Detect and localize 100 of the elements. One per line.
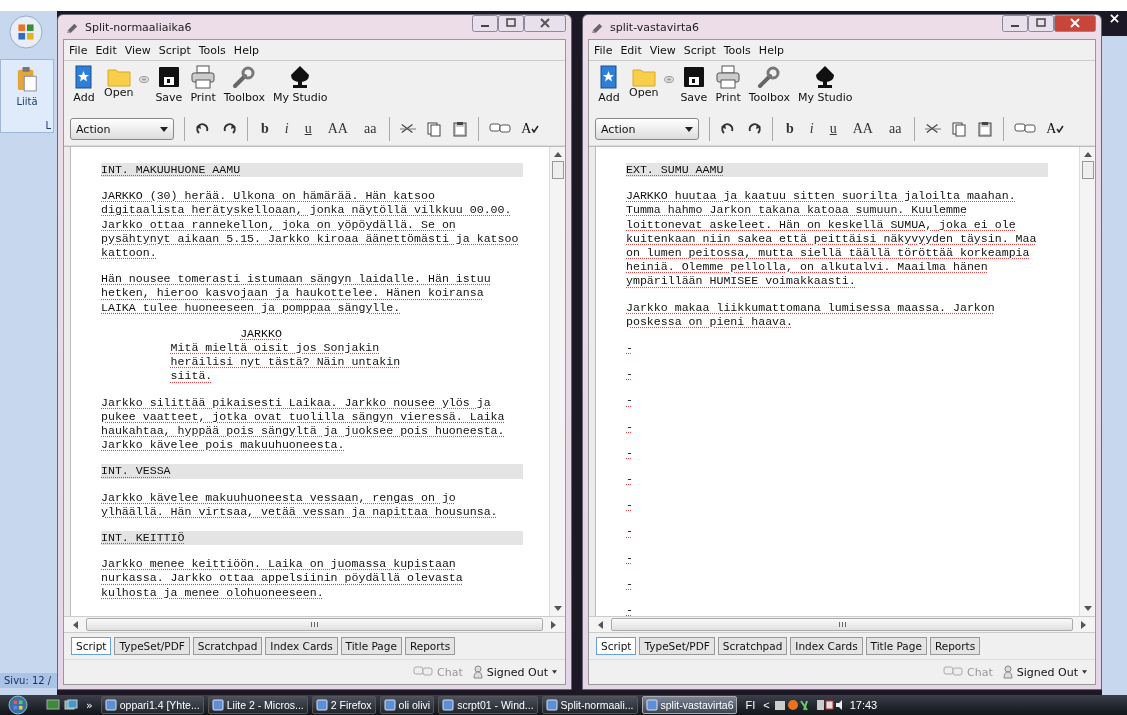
tab[interactable]: Title Page bbox=[340, 637, 402, 655]
toolbar-button[interactable]: My Studio bbox=[270, 65, 330, 104]
scroll-up-icon[interactable] bbox=[553, 151, 562, 157]
tab[interactable]: Index Cards bbox=[790, 637, 863, 655]
account-status[interactable]: Signed Out bbox=[486, 665, 548, 679]
tab[interactable]: Reports bbox=[929, 637, 981, 655]
format-button[interactable]: b bbox=[258, 121, 272, 137]
scroll-right-icon[interactable] bbox=[1081, 620, 1087, 629]
minimize-icon[interactable] bbox=[1002, 15, 1028, 32]
menu-item[interactable]: Script bbox=[683, 43, 716, 57]
menu-item[interactable]: File bbox=[69, 43, 88, 57]
undo-icon[interactable] bbox=[720, 121, 736, 137]
tab[interactable]: Scratchpad bbox=[192, 637, 263, 655]
taskbar-button[interactable]: Split-normaali... bbox=[541, 696, 638, 714]
comments-icon[interactable] bbox=[489, 122, 512, 136]
toolbar-button[interactable]: Add bbox=[70, 65, 98, 104]
scroll-down-icon[interactable] bbox=[1083, 606, 1092, 612]
element-style-dropdown[interactable]: Action bbox=[70, 118, 174, 140]
horizontal-scrollbar[interactable] bbox=[589, 616, 1095, 632]
undo-icon[interactable] bbox=[195, 121, 211, 137]
toolbar-button[interactable]: Print bbox=[188, 65, 218, 104]
scroll-left-icon[interactable] bbox=[72, 620, 78, 629]
format-button[interactable]: aa bbox=[360, 121, 380, 137]
spellcheck-button[interactable]: A bbox=[1046, 121, 1065, 137]
tab[interactable]: Reports bbox=[404, 637, 456, 655]
toolbar-button[interactable]: Save bbox=[678, 65, 710, 104]
toolbar-button[interactable]: Open bbox=[627, 65, 661, 99]
scroll-up-icon[interactable] bbox=[1083, 151, 1092, 157]
toolbar-button[interactable]: Add bbox=[595, 65, 623, 104]
format-button[interactable]: AA bbox=[324, 121, 351, 137]
format-button[interactable]: i bbox=[281, 121, 292, 137]
office-logo-icon[interactable] bbox=[9, 15, 43, 49]
menu-item[interactable]: Help bbox=[233, 43, 259, 57]
scroll-thumb[interactable] bbox=[551, 161, 564, 179]
format-button[interactable]: u bbox=[301, 121, 315, 137]
toolbar-button[interactable]: Save bbox=[153, 65, 185, 104]
toolbar-button[interactable]: Print bbox=[713, 65, 743, 104]
caret-icon[interactable] bbox=[552, 670, 557, 674]
format-button[interactable]: i bbox=[806, 121, 817, 137]
redo-icon[interactable] bbox=[746, 121, 762, 137]
desktop-icon[interactable] bbox=[46, 699, 60, 711]
maximize-icon[interactable] bbox=[498, 15, 524, 32]
scroll-left-icon[interactable] bbox=[597, 620, 603, 629]
menu-item[interactable]: View bbox=[124, 43, 151, 57]
clipboard-icon[interactable] bbox=[16, 66, 38, 92]
taskbar-button[interactable]: Liite 2 - Micros... bbox=[207, 696, 308, 714]
toolbar-button[interactable]: My Studio bbox=[795, 65, 855, 104]
format-button[interactable]: aa bbox=[885, 121, 905, 137]
taskbar-button[interactable]: split-vastavirta6 bbox=[641, 696, 738, 714]
vertical-scrollbar[interactable] bbox=[549, 147, 565, 616]
user-icon[interactable] bbox=[472, 665, 483, 679]
comments-icon[interactable] bbox=[1014, 122, 1037, 136]
copy-icon[interactable] bbox=[951, 121, 968, 137]
element-style-dropdown[interactable]: Action bbox=[595, 118, 699, 140]
tab[interactable]: Title Page bbox=[865, 637, 927, 655]
spellcheck-button[interactable]: A bbox=[521, 121, 540, 137]
horizontal-scrollbar[interactable] bbox=[64, 616, 565, 632]
taskbar-button[interactable]: oppari1.4 [Yhte... bbox=[100, 696, 204, 714]
tab[interactable]: Index Cards bbox=[265, 637, 338, 655]
menu-item[interactable]: Tools bbox=[723, 43, 751, 57]
scroll-thumb[interactable] bbox=[86, 618, 543, 631]
overflow-chevron[interactable]: » bbox=[86, 698, 93, 712]
copy-icon[interactable] bbox=[426, 121, 443, 137]
tray-expand[interactable]: < bbox=[763, 699, 770, 711]
toolbar-button[interactable]: Open bbox=[102, 65, 136, 99]
toolbar-button[interactable]: Toolbox bbox=[221, 65, 267, 104]
redo-icon[interactable] bbox=[221, 121, 237, 137]
language-indicator[interactable]: FI bbox=[745, 699, 756, 711]
paste-label[interactable]: Liitä bbox=[16, 96, 38, 107]
taskbar-button[interactable]: oli olivi bbox=[379, 696, 435, 714]
scroll-right-icon[interactable] bbox=[551, 620, 557, 629]
clipboard-icon[interactable] bbox=[452, 121, 469, 137]
menu-item[interactable]: View bbox=[649, 43, 676, 57]
tab[interactable]: TypeSet/PDF bbox=[114, 637, 190, 655]
vertical-scrollbar[interactable] bbox=[1079, 147, 1095, 616]
tab[interactable]: Script bbox=[71, 637, 112, 655]
taskbar-button[interactable]: scrpt01 - Wind... bbox=[438, 696, 538, 714]
format-button[interactable]: AA bbox=[849, 121, 876, 137]
menu-item[interactable]: Tools bbox=[198, 43, 226, 57]
menu-item[interactable]: Edit bbox=[620, 43, 642, 57]
menu-item[interactable]: Script bbox=[158, 43, 191, 57]
account-status[interactable]: Signed Out bbox=[1016, 665, 1078, 679]
format-button[interactable]: b bbox=[783, 121, 797, 137]
user-icon[interactable] bbox=[1002, 665, 1013, 679]
tab[interactable]: Scratchpad bbox=[717, 637, 788, 655]
minimize-icon[interactable] bbox=[472, 15, 498, 32]
maximize-icon[interactable] bbox=[1028, 15, 1054, 32]
window-switch-icon[interactable] bbox=[64, 699, 78, 711]
tab[interactable]: Script bbox=[596, 637, 637, 655]
scroll-thumb[interactable] bbox=[1081, 161, 1094, 179]
tab[interactable]: TypeSet/PDF bbox=[639, 637, 715, 655]
caret-icon[interactable] bbox=[1082, 670, 1087, 674]
taskbar-button[interactable]: 2 Firefox bbox=[311, 696, 376, 714]
menu-item[interactable]: Edit bbox=[95, 43, 117, 57]
format-button[interactable]: u bbox=[826, 121, 840, 137]
scroll-down-icon[interactable] bbox=[553, 606, 562, 612]
toolbar-button[interactable]: Toolbox bbox=[746, 65, 792, 104]
clipboard-icon[interactable] bbox=[977, 121, 994, 137]
scroll-thumb[interactable] bbox=[611, 618, 1073, 631]
tray-icons-drawing[interactable] bbox=[773, 698, 844, 712]
